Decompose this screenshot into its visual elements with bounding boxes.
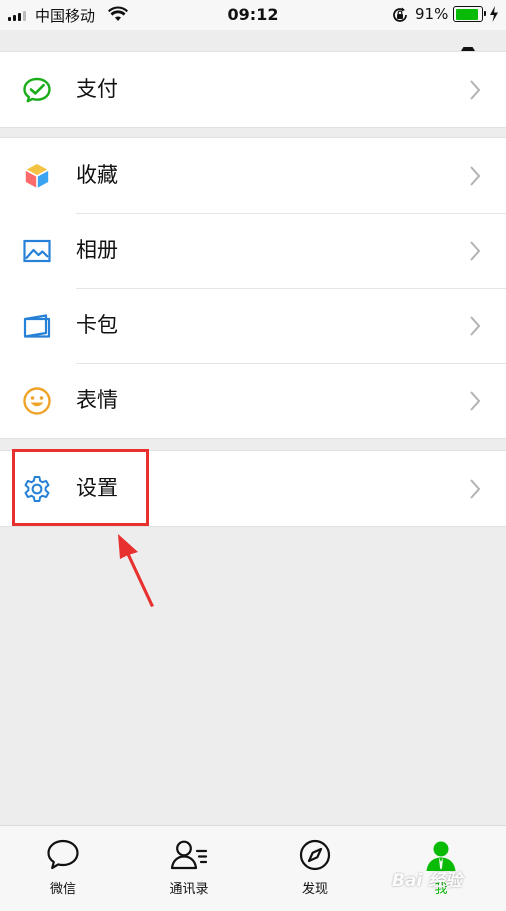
tab-label: 我 bbox=[434, 882, 448, 897]
contacts-icon bbox=[170, 840, 208, 870]
menu-item-label: 表情 bbox=[76, 388, 118, 412]
menu-group-settings: 设置 bbox=[0, 450, 506, 527]
bottom-tab-bar: 微信 通讯录 发现 我 bbox=[0, 825, 506, 911]
chevron-right-icon bbox=[470, 241, 481, 261]
tab-label: 微信 bbox=[49, 882, 76, 897]
chat-bubble-icon bbox=[47, 839, 79, 870]
menu-group-pay: 支付 bbox=[0, 51, 506, 128]
favorites-cube-icon bbox=[24, 162, 50, 190]
card-wallet-icon bbox=[23, 314, 51, 338]
gear-icon bbox=[24, 476, 50, 502]
menu-item-settings[interactable]: 设置 bbox=[0, 451, 506, 526]
tab-me[interactable]: 我 bbox=[378, 826, 504, 911]
pointer-arrow-icon bbox=[118, 534, 154, 607]
menu-item-label: 支付 bbox=[76, 77, 118, 101]
compass-icon bbox=[299, 839, 331, 871]
menu-item-card-wallet[interactable]: 卡包 bbox=[0, 288, 506, 363]
chevron-right-icon bbox=[470, 479, 481, 499]
menu-item-label: 设置 bbox=[76, 476, 118, 500]
menu-item-label: 卡包 bbox=[76, 313, 118, 337]
tab-label: 通讯录 bbox=[169, 882, 209, 897]
sticker-smile-icon bbox=[23, 387, 51, 415]
status-bar: 中国移动 09:12 91% bbox=[0, 0, 506, 30]
rotation-lock-icon bbox=[393, 7, 407, 22]
album-icon bbox=[23, 239, 51, 263]
menu-item-favorites[interactable]: 收藏 bbox=[0, 138, 506, 213]
menu-item-pay[interactable]: 支付 bbox=[0, 52, 506, 127]
chevron-right-icon bbox=[470, 391, 481, 411]
charging-bolt-icon bbox=[490, 6, 498, 22]
menu-item-label: 收藏 bbox=[76, 163, 118, 187]
chevron-right-icon bbox=[470, 316, 481, 336]
menu-item-label: 相册 bbox=[76, 238, 118, 262]
tab-label: 发现 bbox=[301, 882, 328, 897]
battery-icon bbox=[453, 6, 486, 22]
menu-group-collections: 收藏 相册 卡包 表情 bbox=[0, 137, 506, 439]
tab-chats[interactable]: 微信 bbox=[0, 826, 126, 911]
menu-item-stickers[interactable]: 表情 bbox=[0, 363, 506, 438]
tab-contacts[interactable]: 通讯录 bbox=[126, 826, 252, 911]
menu-item-album[interactable]: 相册 bbox=[0, 213, 506, 288]
chevron-right-icon bbox=[470, 166, 481, 186]
me-person-icon bbox=[426, 841, 456, 871]
wechat-pay-icon bbox=[23, 77, 51, 103]
tab-discover[interactable]: 发现 bbox=[252, 826, 378, 911]
battery-percentage: 91% bbox=[415, 5, 449, 23]
chevron-right-icon bbox=[470, 80, 481, 100]
